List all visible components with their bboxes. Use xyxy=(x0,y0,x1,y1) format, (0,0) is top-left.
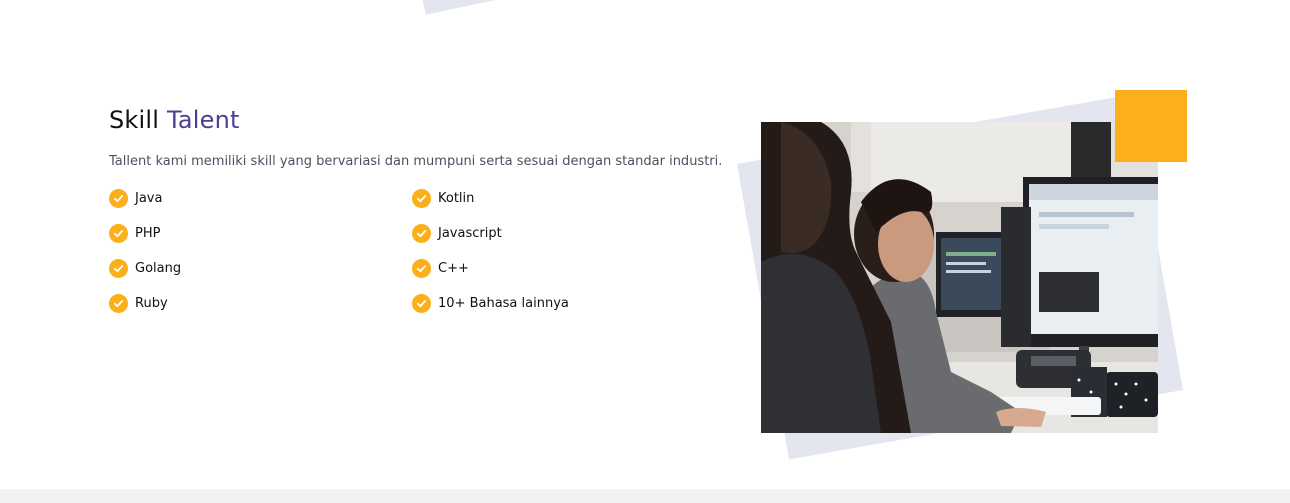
section-title: Skill Talent xyxy=(109,106,240,134)
skill-item-javascript: Javascript xyxy=(412,223,715,243)
section-title-main: Skill xyxy=(109,106,160,134)
skill-label: C++ xyxy=(438,260,469,276)
decorative-shape-top xyxy=(415,0,495,15)
skill-label: Java xyxy=(135,190,163,206)
skill-item-kotlin: Kotlin xyxy=(412,188,715,208)
check-circle-icon xyxy=(412,258,431,278)
check-circle-icon xyxy=(412,188,431,208)
skill-item-cpp: C++ xyxy=(412,258,715,278)
skill-label: Kotlin xyxy=(438,190,475,206)
check-circle-icon xyxy=(109,188,128,208)
skill-item-ruby: Ruby xyxy=(109,293,412,313)
check-circle-icon xyxy=(109,258,128,278)
check-circle-icon xyxy=(412,223,431,243)
skill-label: 10+ Bahasa lainnya xyxy=(438,295,569,311)
check-circle-icon xyxy=(109,293,128,313)
skill-item-php: PHP xyxy=(109,223,412,243)
check-circle-icon xyxy=(109,223,128,243)
skill-list: Java Kotlin PHP Javascript Golang C++ Ru… xyxy=(109,188,709,313)
talent-media xyxy=(730,85,1200,485)
skill-label: Golang xyxy=(135,260,182,276)
check-circle-icon xyxy=(412,293,431,313)
decorative-orange-square xyxy=(1115,90,1187,162)
section-description: Tallent kami memiliki skill yang bervari… xyxy=(109,154,723,169)
skill-label: PHP xyxy=(135,225,161,241)
team-photo xyxy=(761,122,1158,433)
section-title-accent: Talent xyxy=(166,106,240,134)
skill-item-java: Java xyxy=(109,188,412,208)
skill-item-other-languages: 10+ Bahasa lainnya xyxy=(412,293,715,313)
skill-label: Ruby xyxy=(135,295,168,311)
skill-label: Javascript xyxy=(438,225,502,241)
footer-strip xyxy=(0,489,1290,503)
skill-item-golang: Golang xyxy=(109,258,412,278)
